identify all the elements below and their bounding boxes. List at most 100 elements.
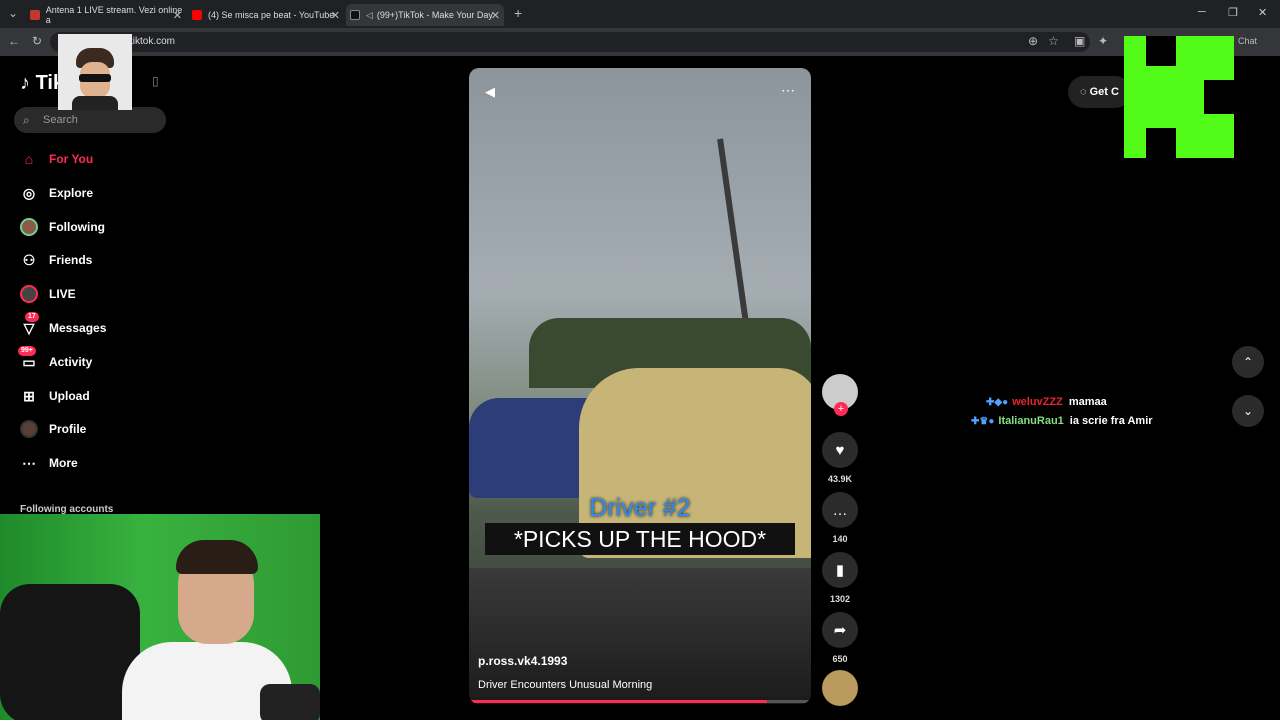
follow-plus-icon[interactable]: + xyxy=(834,402,848,416)
video-caption-line1: Driver #2 xyxy=(589,494,691,522)
close-window-icon[interactable]: ✕ xyxy=(1258,6,1267,19)
webcam-overlay xyxy=(0,514,320,720)
comment-count: 140 xyxy=(832,534,848,544)
music-disc[interactable] xyxy=(822,670,858,706)
sidebar-item-upload[interactable]: ⊞ Upload xyxy=(20,384,190,408)
sidebar-item-more[interactable]: ⋯ More xyxy=(20,451,190,475)
tab-antena1[interactable]: Antena 1 LIVE stream. Vezi online a ✕ xyxy=(26,4,186,26)
sidebar-item-profile[interactable]: Profile xyxy=(20,417,190,441)
sidebar-item-for-you[interactable]: ⌂ For You xyxy=(20,147,190,171)
share-count: 650 xyxy=(832,654,848,664)
sidebar-item-explore[interactable]: ◎ Explore xyxy=(20,181,190,205)
more-icon: ⋯ xyxy=(22,454,36,471)
upload-icon: ⊞ xyxy=(23,387,35,404)
tiktok-favicon-icon xyxy=(350,10,360,20)
sidebar-item-friends[interactable]: ⚇ Friends xyxy=(20,248,190,272)
video-progress-fill xyxy=(469,700,767,703)
browser-tab-bar: ⌄ Antena 1 LIVE stream. Vezi online a ✕ … xyxy=(0,0,1280,28)
search-icon: ⌕ xyxy=(23,113,30,127)
tab-tiktok[interactable]: ◁ (99+)TikTok - Make Your Day ✕ xyxy=(346,4,504,26)
puzzle-icon[interactable]: ✦ xyxy=(1098,34,1108,48)
home-icon: ⌂ xyxy=(24,151,34,167)
streamer-avatar-overlay xyxy=(58,34,132,110)
video-scene-pole xyxy=(717,138,751,338)
chat-badges-icon: ✚♛● xyxy=(971,415,995,427)
sidebar-item-following[interactable]: Following xyxy=(20,215,190,239)
kick-logo-cut xyxy=(1146,128,1176,158)
close-tab-icon[interactable]: ✕ xyxy=(173,9,182,22)
sidebar-item-label: Friends xyxy=(49,253,93,267)
bookmark-icon[interactable]: ▮ xyxy=(822,552,858,588)
address-bar-row: ← ↻ tiktok.com ⊕ ☆ ▣ ✦ Chat xyxy=(0,28,1280,56)
save-action[interactable]: ▮ 1302 xyxy=(822,552,858,604)
video-caption-line2: *PICKS UP THE HOOD* xyxy=(485,523,795,555)
video-description: Driver Encounters Unusual Morning xyxy=(478,679,653,691)
sidebar-item-live[interactable]: LIVE xyxy=(20,282,190,306)
url-field[interactable]: tiktok.com xyxy=(50,32,1090,52)
reload-icon[interactable]: ↻ xyxy=(32,34,42,48)
maximize-icon[interactable]: ❐ xyxy=(1228,6,1238,19)
close-tab-icon[interactable]: ✕ xyxy=(491,9,500,22)
close-tab-icon[interactable]: ✕ xyxy=(331,9,340,22)
zoom-icon[interactable]: ⊕ xyxy=(1028,34,1038,48)
youtube-favicon-icon xyxy=(192,10,202,20)
messages-badge: 17 xyxy=(25,312,39,322)
tab-title: (99+)TikTok - Make Your Day xyxy=(376,10,493,20)
share-icon[interactable]: ➦ xyxy=(822,612,858,648)
video-player[interactable]: ◀ ⋯ Driver #2 *PICKS UP THE HOOD* p.ross… xyxy=(469,68,811,704)
webcam-microphone xyxy=(260,684,320,720)
webcam-hair xyxy=(176,540,258,574)
kick-logo-overlay xyxy=(1124,36,1234,158)
tab-list-chevron-icon[interactable]: ⌄ xyxy=(8,6,18,20)
chat-message: ✚◆● weluvZZZ mamaa xyxy=(986,396,1107,408)
profile-icon xyxy=(20,420,38,438)
compass-icon: ◎ xyxy=(22,184,36,201)
avatar-sunglasses xyxy=(79,74,111,82)
sidebar-item-label: Activity xyxy=(49,355,93,369)
chat-text: mamaa xyxy=(1068,396,1107,408)
extension-icon[interactable]: ▣ xyxy=(1074,34,1085,48)
new-tab-button[interactable]: + xyxy=(514,5,522,21)
video-progress-bar[interactable] xyxy=(469,700,811,703)
save-count: 1302 xyxy=(829,594,851,604)
volume-icon[interactable]: ◀ xyxy=(485,84,495,100)
bookmark-star-icon[interactable]: ☆ xyxy=(1048,34,1059,48)
sidebar-item-label: Profile xyxy=(49,422,87,436)
sidebar-item-label: LIVE xyxy=(49,287,76,301)
video-username[interactable]: p.ross.vk4.1993 xyxy=(478,654,567,668)
chat-badges-icon: ✚◆● xyxy=(986,396,1009,408)
tab-youtube[interactable]: (4) Se misca pe beat - YouTube ✕ xyxy=(188,4,344,26)
like-count: 43.9K xyxy=(827,474,853,484)
heart-icon[interactable]: ♥ xyxy=(822,432,858,468)
comment-icon[interactable]: … xyxy=(822,492,858,528)
kick-logo-cut xyxy=(1146,36,1176,66)
search-input[interactable]: ⌕ Search xyxy=(14,107,166,133)
music-disc-icon xyxy=(822,670,858,706)
sidebar-item-activity[interactable]: ▭ 99+ Activity xyxy=(18,346,190,374)
collapse-sidebar-icon[interactable]: ▯ xyxy=(152,74,159,88)
send-icon: ▽ 17 xyxy=(20,312,39,337)
speaker-icon: ◁ xyxy=(366,9,373,20)
next-video-button[interactable]: ⌄ xyxy=(1232,395,1264,427)
like-action[interactable]: ♥ 43.9K xyxy=(822,432,858,484)
back-icon[interactable]: ← xyxy=(8,34,20,48)
chat-text: ia scrie fra Amir xyxy=(1069,415,1153,427)
sidebar-item-label: Following xyxy=(49,220,105,234)
video-more-icon[interactable]: ⋯ xyxy=(781,82,795,99)
chat-username: ItalianuRau1 xyxy=(998,415,1064,427)
get-coins-button[interactable]: ◌ Get C xyxy=(1068,76,1131,108)
tab-title: Antena 1 LIVE stream. Vezi online a xyxy=(45,5,183,25)
sidebar-item-label: More xyxy=(49,456,78,470)
chat-label[interactable]: Chat xyxy=(1238,36,1257,46)
creator-avatar[interactable]: + xyxy=(822,374,858,416)
minimize-icon[interactable]: ─ xyxy=(1198,6,1206,18)
previous-video-button[interactable]: ⌃ xyxy=(1232,346,1264,378)
creator-avatar-image: + xyxy=(822,374,858,416)
sidebar-item-label: Messages xyxy=(49,321,107,335)
sidebar-item-label: For You xyxy=(49,152,94,166)
get-coins-label: Get C xyxy=(1089,86,1119,98)
share-action[interactable]: ➦ 650 xyxy=(822,612,858,664)
comment-action[interactable]: … 140 xyxy=(822,492,858,544)
sidebar-item-messages[interactable]: ▽ 17 Messages xyxy=(20,312,190,340)
chat-username: weluvZZZ xyxy=(1012,396,1063,408)
